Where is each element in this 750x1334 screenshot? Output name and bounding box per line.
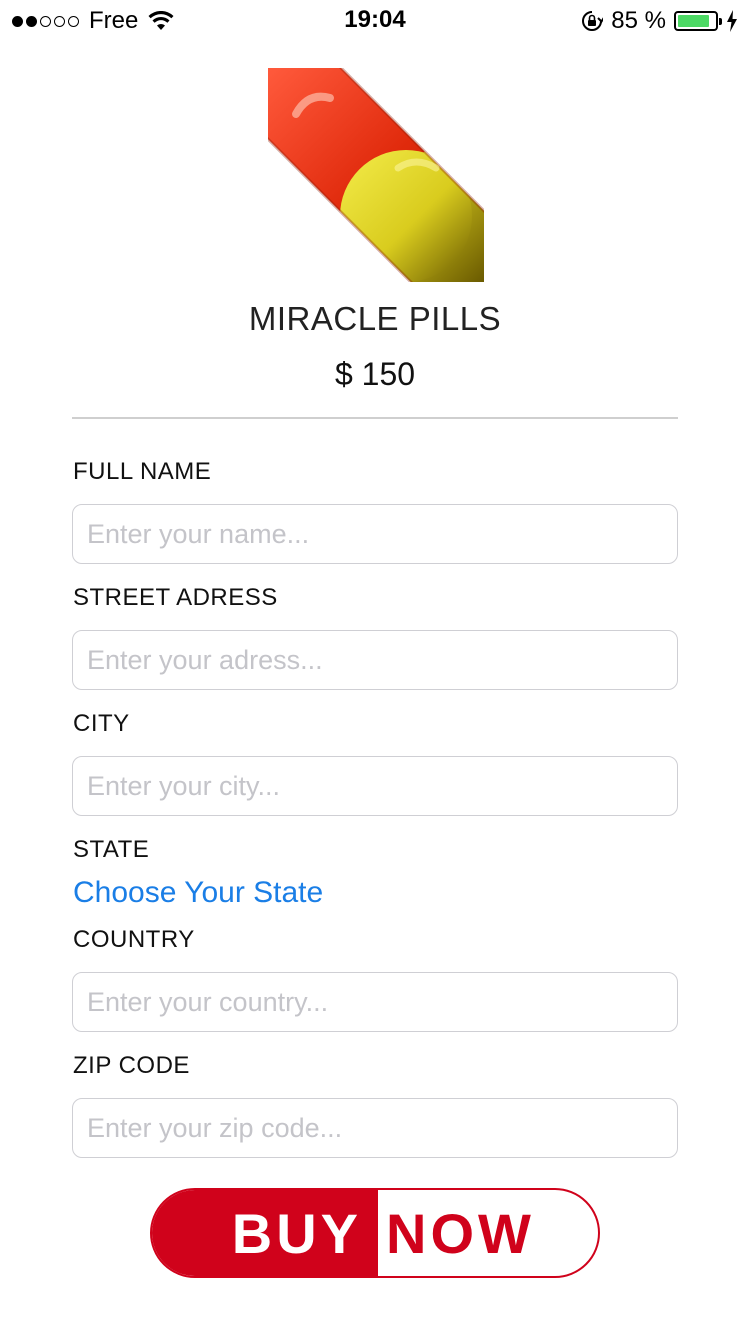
now-label: NOW	[386, 1201, 535, 1265]
pill-icon	[268, 68, 484, 282]
status-right: 85 %	[581, 7, 738, 35]
status-bar: Free 19:04 85 %	[0, 0, 750, 40]
city-label: CITY	[73, 710, 130, 737]
battery-percent: 85 %	[611, 7, 666, 34]
zip-code-input[interactable]	[72, 1098, 678, 1158]
buy-now-left-half: BUY	[152, 1190, 378, 1276]
charging-bolt-icon	[727, 10, 737, 32]
full-name-input[interactable]	[72, 504, 678, 564]
rotation-lock-icon	[582, 11, 604, 31]
country-label: COUNTRY	[73, 926, 195, 953]
buy-label: BUY	[231, 1201, 362, 1265]
battery-icon	[674, 11, 722, 31]
product-name: MIRACLE PILLS	[248, 300, 502, 337]
product-price: $ 150	[334, 356, 416, 392]
battery-fill	[678, 15, 709, 27]
zip-code-label: ZIP CODE	[73, 1052, 190, 1079]
full-name-label: FULL NAME	[73, 458, 212, 485]
state-label: STATE	[73, 836, 150, 863]
city-input[interactable]	[72, 756, 678, 816]
street-address-label: STREET ADRESS	[73, 584, 278, 611]
street-address-input[interactable]	[72, 630, 678, 690]
buy-now-right-half: NOW	[378, 1190, 598, 1276]
battery-nub	[719, 18, 722, 25]
choose-state-link[interactable]: Choose Your State	[73, 876, 323, 910]
divider	[72, 417, 678, 419]
buy-now-button[interactable]: BUY NOW	[150, 1188, 600, 1278]
country-input[interactable]	[72, 972, 678, 1032]
